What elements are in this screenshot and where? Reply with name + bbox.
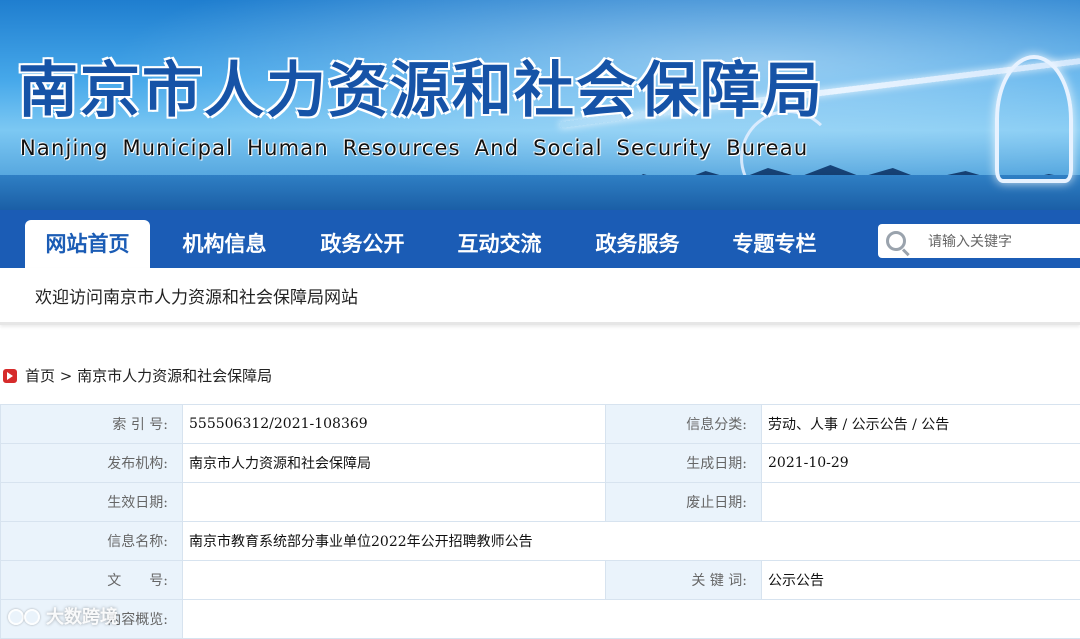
document-number-label: 文 号: [0, 560, 183, 600]
info-name-value: 南京市教育系统部分事业单位2022年公开招聘教师公告 [182, 521, 1080, 561]
breadcrumb-current-link[interactable]: 南京市人力资源和社会保障局 [77, 367, 272, 385]
keywords-value: 公示公告 [761, 560, 1080, 600]
table-row: 文 号: 关 键 词: 公示公告 [0, 560, 1080, 600]
content-preview-value [182, 599, 1080, 639]
document-info-table: 索 引 号: 555506312/2021-108369 信息分类: 劳动、人事… [0, 404, 1080, 639]
welcome-bar: 欢迎访问南京市人力资源和社会保障局网站 [0, 268, 1080, 325]
table-row: 生效日期: 废止日期: [0, 482, 1080, 522]
info-name-label: 信息名称: [0, 521, 183, 561]
publisher-value: 南京市人力资源和社会保障局 [182, 443, 606, 483]
keywords-label: 关 键 词: [605, 560, 762, 600]
effective-date-label: 生效日期: [0, 482, 183, 522]
nav-item-interaction[interactable]: 互动交流 [437, 220, 562, 268]
nav-item-organization[interactable]: 机构信息 [162, 220, 287, 268]
search-icon[interactable] [886, 231, 906, 251]
expiry-date-value [761, 482, 1080, 522]
table-row: 索 引 号: 555506312/2021-108369 信息分类: 劳动、人事… [0, 404, 1080, 444]
table-row: 信息名称: 南京市教育系统部分事业单位2022年公开招聘教师公告 [0, 521, 1080, 561]
table-row: 发布机构: 南京市人力资源和社会保障局 生成日期: 2021-10-29 [0, 443, 1080, 483]
site-title-en: Nanjing Municipal Human Resources And So… [20, 136, 809, 160]
river [0, 175, 1080, 210]
welcome-text: 欢迎访问南京市人力资源和社会保障局网站 [35, 288, 358, 308]
bridge-arch [995, 55, 1073, 183]
nav-item-special-topics[interactable]: 专题专栏 [712, 220, 837, 268]
search-input[interactable] [926, 230, 1080, 254]
effective-date-value [182, 482, 606, 522]
nav-item-government-affairs[interactable]: 政务公开 [300, 220, 425, 268]
watermark: 大数跨境 [6, 603, 118, 633]
site-title-cn: 南京市人力资源和社会保障局 [18, 56, 824, 126]
play-icon [3, 369, 17, 383]
document-number-value [182, 560, 606, 600]
table-row: 内容概览: [0, 599, 1080, 639]
nav-item-home[interactable]: 网站首页 [25, 220, 150, 268]
watermark-text: 大数跨境 [46, 607, 118, 628]
publisher-label: 发布机构: [0, 443, 183, 483]
breadcrumb-separator: > [55, 367, 78, 385]
breadcrumb-home-link[interactable]: 首页 [25, 367, 55, 385]
nav-item-services[interactable]: 政务服务 [575, 220, 700, 268]
breadcrumb: 首页 > 南京市人力资源和社会保障局 [3, 365, 272, 387]
created-date-label: 生成日期: [605, 443, 762, 483]
index-label: 索 引 号: [0, 404, 183, 444]
search-box [878, 224, 1080, 258]
watermark-logo-icon [6, 607, 42, 625]
category-value: 劳动、人事 / 公示公告 / 公告 [761, 404, 1080, 444]
expiry-date-label: 废止日期: [605, 482, 762, 522]
category-label: 信息分类: [605, 404, 762, 444]
created-date-value: 2021-10-29 [761, 443, 1080, 483]
index-value: 555506312/2021-108369 [182, 404, 606, 444]
header-banner: 南京市人力资源和社会保障局 Nanjing Municipal Human Re… [0, 0, 1080, 210]
